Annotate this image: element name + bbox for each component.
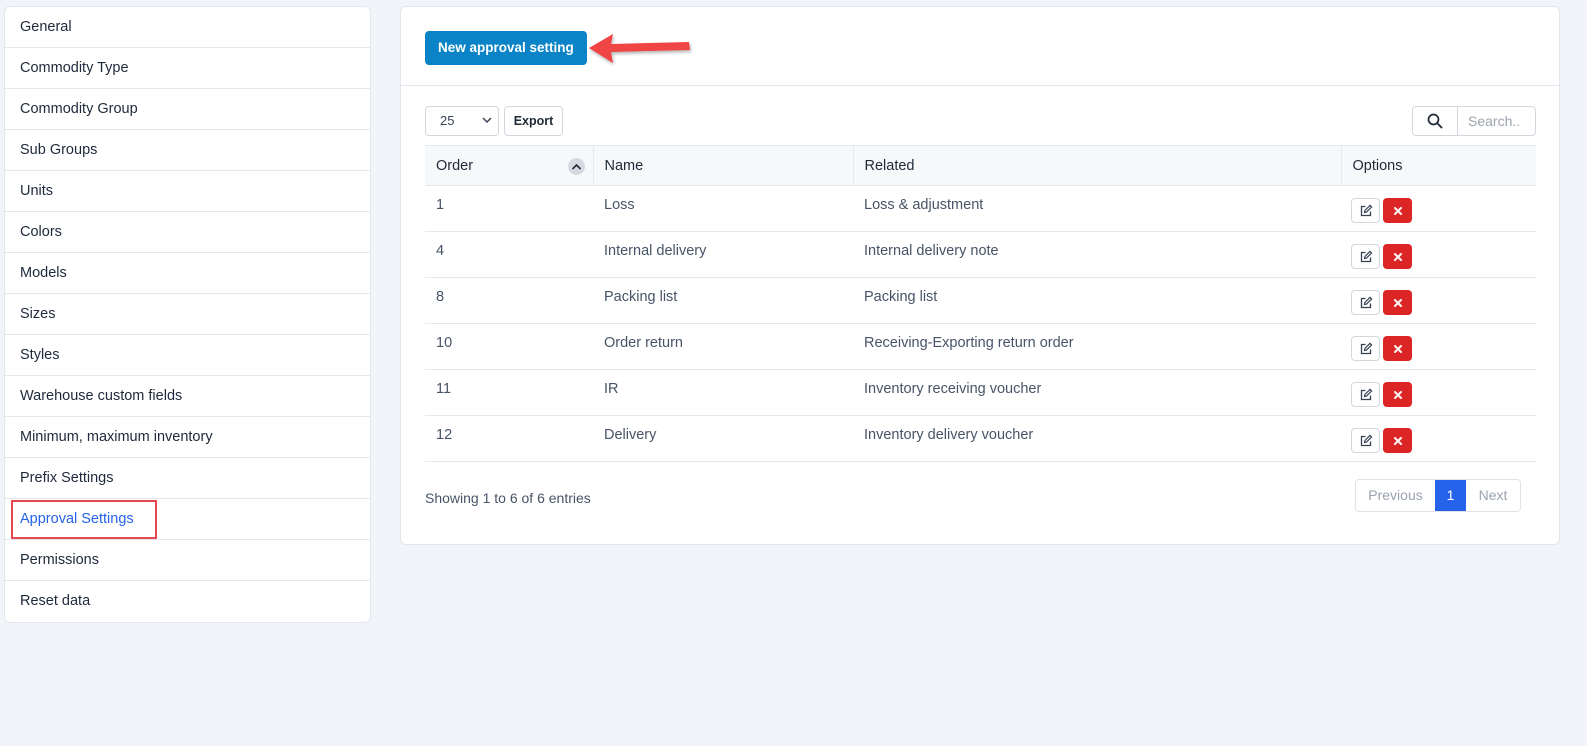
sidebar-item-models[interactable]: Models — [5, 253, 370, 294]
table-row: 4 Internal delivery Internal delivery no… — [425, 231, 1536, 278]
table-info: Showing 1 to 6 of 6 entries — [425, 490, 591, 506]
delete-button[interactable] — [1383, 198, 1412, 223]
cell-options — [1341, 185, 1536, 232]
column-header-label: Name — [604, 157, 644, 174]
cell-order: 1 — [425, 185, 593, 232]
cell-related: Packing list — [853, 277, 1341, 324]
new-approval-setting-button[interactable]: New approval setting — [425, 31, 587, 65]
cell-options — [1341, 369, 1536, 416]
edit-icon — [1360, 204, 1372, 216]
page-length-select[interactable]: 25 — [425, 106, 499, 136]
edit-button[interactable] — [1351, 428, 1380, 453]
previous-page-button[interactable]: Previous — [1356, 480, 1435, 511]
close-icon — [1393, 390, 1402, 399]
cell-options — [1341, 277, 1536, 324]
cell-options — [1341, 323, 1536, 370]
delete-button[interactable] — [1383, 428, 1412, 453]
table-row: 10 Order return Receiving-Exporting retu… — [425, 323, 1536, 370]
settings-sidebar: General Commodity Type Commodity Group S… — [4, 6, 371, 623]
cell-name: Internal delivery — [593, 231, 853, 278]
column-header-label: Options — [1352, 157, 1403, 174]
pagination: Previous 1 Next — [1355, 479, 1521, 512]
column-header-related[interactable]: Related — [853, 145, 1342, 186]
close-icon — [1393, 344, 1402, 353]
search-box — [1412, 106, 1536, 136]
cell-related: Inventory delivery voucher — [853, 415, 1341, 462]
next-page-button[interactable]: Next — [1466, 480, 1520, 511]
cell-order: 11 — [425, 369, 593, 416]
sidebar-item-general[interactable]: General — [5, 7, 370, 48]
table-row: 1 Loss Loss & adjustment — [425, 185, 1536, 232]
sidebar-item-commodity-group[interactable]: Commodity Group — [5, 89, 370, 130]
cell-options — [1341, 415, 1536, 462]
cell-order: 8 — [425, 277, 593, 324]
export-button[interactable]: Export — [504, 106, 563, 136]
sidebar-item-sizes[interactable]: Sizes — [5, 294, 370, 335]
chevron-down-icon — [482, 107, 492, 146]
search-input[interactable] — [1459, 107, 1535, 135]
search-icon[interactable] — [1413, 107, 1458, 135]
sidebar-item-label: Approval Settings — [20, 511, 134, 527]
edit-icon — [1360, 296, 1372, 308]
delete-button[interactable] — [1383, 336, 1412, 361]
sidebar-item-units[interactable]: Units — [5, 171, 370, 212]
delete-button[interactable] — [1383, 244, 1412, 269]
edit-button[interactable] — [1351, 336, 1380, 361]
sidebar-item-sub-groups[interactable]: Sub Groups — [5, 130, 370, 171]
edit-button[interactable] — [1351, 382, 1380, 407]
sidebar-item-colors[interactable]: Colors — [5, 212, 370, 253]
edit-button[interactable] — [1351, 290, 1380, 315]
column-header-options: Options — [1341, 145, 1536, 186]
table-row: 11 IR Inventory receiving voucher — [425, 369, 1536, 416]
column-header-name[interactable]: Name — [593, 145, 854, 186]
cell-name: IR — [593, 369, 853, 416]
approval-settings-table: Order Name Related Options 1 Loss Loss &… — [425, 145, 1536, 462]
cell-related: Loss & adjustment — [853, 185, 1341, 232]
cell-name: Delivery — [593, 415, 853, 462]
cell-order: 10 — [425, 323, 593, 370]
sidebar-item-reset-data[interactable]: Reset data — [5, 581, 370, 622]
edit-icon — [1360, 434, 1372, 446]
column-header-label: Related — [864, 157, 915, 174]
cell-order: 12 — [425, 415, 593, 462]
annotation-arrow-icon — [589, 34, 690, 63]
sidebar-item-warehouse-custom-fields[interactable]: Warehouse custom fields — [5, 376, 370, 417]
cell-name: Order return — [593, 323, 853, 370]
sidebar-item-approval-settings[interactable]: Approval Settings — [5, 499, 370, 540]
close-icon — [1393, 252, 1402, 261]
edit-icon — [1360, 342, 1372, 354]
table-row: 12 Delivery Inventory delivery voucher — [425, 415, 1536, 462]
sidebar-item-permissions[interactable]: Permissions — [5, 540, 370, 581]
table-row: 8 Packing list Packing list — [425, 277, 1536, 324]
main-panel: New approval setting 25 Export Search.. … — [400, 6, 1560, 545]
panel-header: New approval setting — [401, 7, 1559, 86]
sidebar-item-styles[interactable]: Styles — [5, 335, 370, 376]
cell-related: Receiving-Exporting return order — [853, 323, 1341, 370]
edit-icon — [1360, 388, 1372, 400]
cell-related: Internal delivery note — [853, 231, 1341, 278]
edit-button[interactable] — [1351, 244, 1380, 269]
cell-related: Inventory receiving voucher — [853, 369, 1341, 416]
cell-name: Loss — [593, 185, 853, 232]
delete-button[interactable] — [1383, 290, 1412, 315]
sidebar-item-prefix-settings[interactable]: Prefix Settings — [5, 458, 370, 499]
column-header-order[interactable]: Order — [425, 145, 594, 186]
close-icon — [1393, 206, 1402, 215]
page-1-button[interactable]: 1 — [1435, 480, 1466, 511]
close-icon — [1393, 298, 1402, 307]
edit-icon — [1360, 250, 1372, 262]
column-header-label: Order — [436, 157, 474, 174]
page-length-value: 25 — [440, 113, 455, 128]
sidebar-item-commodity-type[interactable]: Commodity Type — [5, 48, 370, 89]
close-icon — [1393, 436, 1402, 445]
sidebar-item-min-max-inventory[interactable]: Minimum, maximum inventory — [5, 417, 370, 458]
cell-name: Packing list — [593, 277, 853, 324]
cell-options — [1341, 231, 1536, 278]
sort-ascending-icon[interactable] — [567, 158, 585, 175]
delete-button[interactable] — [1383, 382, 1412, 407]
cell-order: 4 — [425, 231, 593, 278]
edit-button[interactable] — [1351, 198, 1380, 223]
